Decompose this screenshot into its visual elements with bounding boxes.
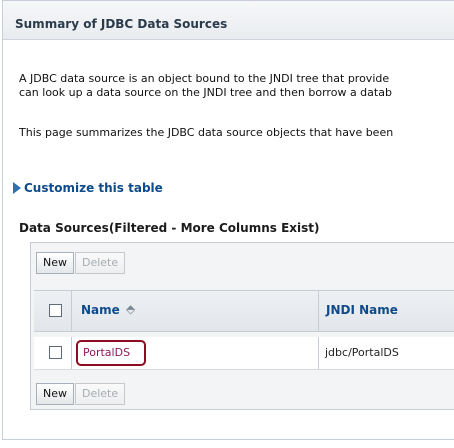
new-button-bottom[interactable]: New xyxy=(36,383,74,405)
column-divider xyxy=(318,337,319,369)
page-title: Summary of JDBC Data Sources xyxy=(15,17,228,31)
datasource-link-portalds[interactable]: PortalDS xyxy=(76,340,146,366)
jndi-name-value: jdbc/PortalDS xyxy=(325,346,399,359)
expand-triangle-icon xyxy=(13,182,21,194)
description-line-3: This page summarizes the JDBC data sourc… xyxy=(19,126,394,139)
section-title: Data Sources(Filtered - More Columns Exi… xyxy=(19,221,320,235)
column-header-name[interactable]: Name xyxy=(81,303,120,317)
column-divider xyxy=(71,337,72,369)
description-line-2: can look up a data source on the JNDI tr… xyxy=(19,86,392,99)
delete-button[interactable]: Delete xyxy=(75,252,126,274)
row-select-checkbox[interactable] xyxy=(49,346,62,359)
description-line-1: A JDBC data source is an object bound to… xyxy=(19,72,390,85)
customize-table-link[interactable]: Customize this table xyxy=(13,181,163,195)
summary-header: Summary of JDBC Data Sources xyxy=(3,1,454,40)
column-divider xyxy=(71,291,72,331)
sort-ascending-icon[interactable]: ⬘ xyxy=(126,302,135,316)
delete-button-bottom[interactable]: Delete xyxy=(75,383,126,405)
customize-table-label: Customize this table xyxy=(24,181,163,195)
column-header-jndi-name[interactable]: JNDI Name xyxy=(326,303,398,317)
select-all-checkbox[interactable] xyxy=(49,304,62,317)
column-divider xyxy=(318,291,319,331)
new-button[interactable]: New xyxy=(36,252,74,274)
